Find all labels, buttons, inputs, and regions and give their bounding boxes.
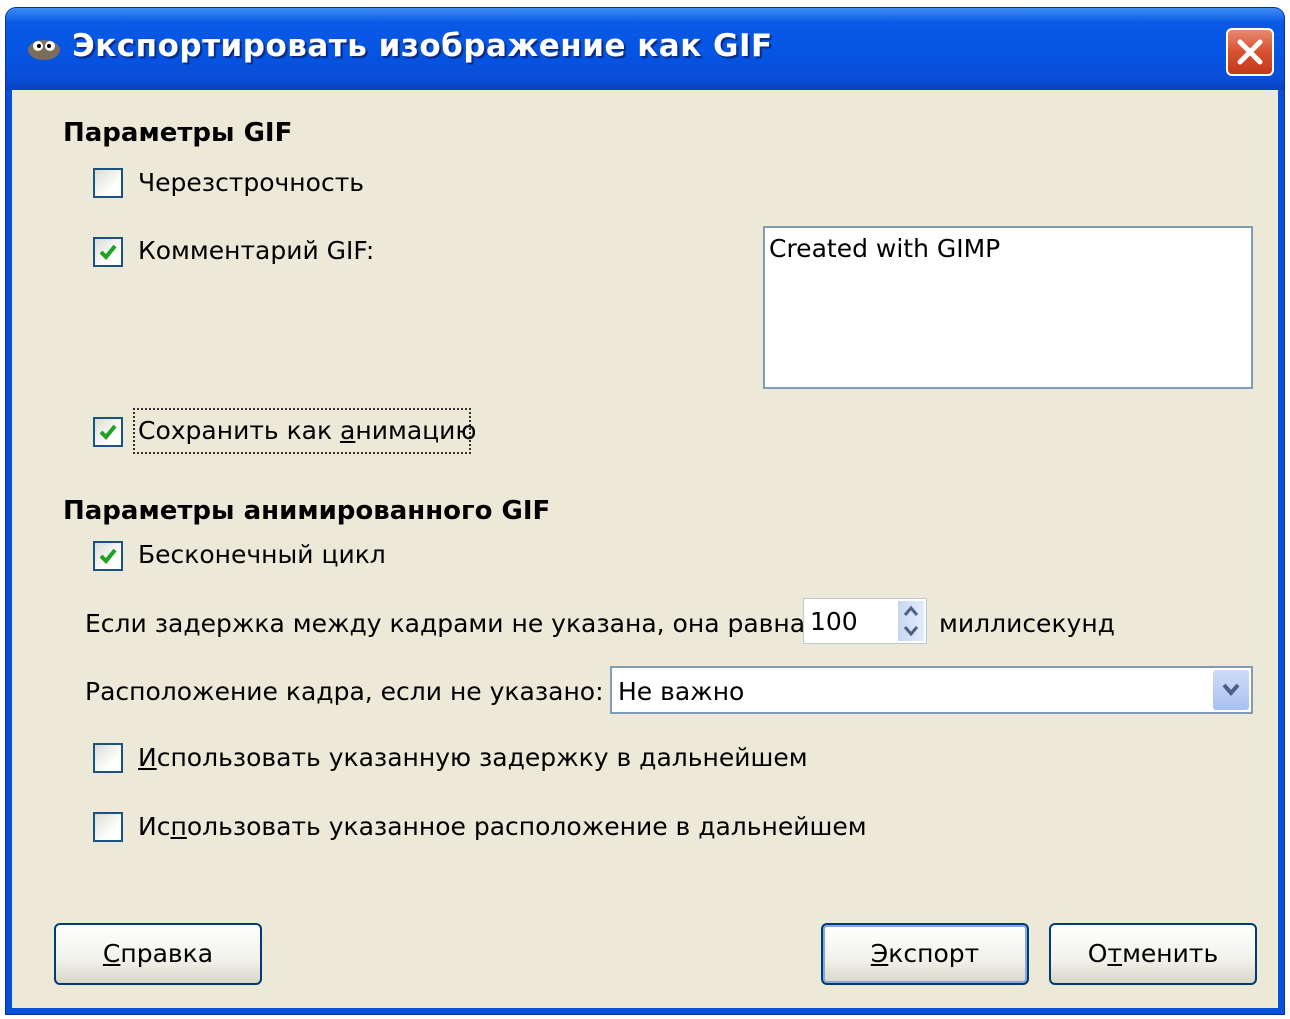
mnemonic: а bbox=[340, 416, 356, 445]
close-button[interactable] bbox=[1226, 28, 1274, 76]
mnemonic: п bbox=[170, 812, 187, 841]
label-part: спользовать указанную задержку в дальней… bbox=[156, 743, 808, 772]
delay-spinbox[interactable]: 100 bbox=[803, 598, 927, 644]
label-part: ользовать указанное расположение в дальн… bbox=[186, 812, 867, 841]
mnemonic: т bbox=[1107, 939, 1123, 968]
title-bar[interactable]: Экспортировать изображение как GIF bbox=[6, 8, 1284, 90]
infinite-loop-label[interactable]: Бесконечный цикл bbox=[138, 540, 386, 569]
gif-comment-textarea[interactable]: Created with GIMP bbox=[763, 226, 1253, 389]
interlace-label[interactable]: Черезстрочность bbox=[138, 168, 364, 197]
label-part: нимацию bbox=[355, 416, 477, 445]
close-icon bbox=[1237, 39, 1263, 65]
label-part: Ис bbox=[138, 812, 171, 841]
infinite-loop-checkbox[interactable] bbox=[93, 541, 123, 571]
button-label: правка bbox=[120, 939, 214, 968]
spin-down-icon[interactable] bbox=[903, 625, 919, 637]
use-disposal-checkbox[interactable] bbox=[93, 812, 123, 842]
button-label: О bbox=[1087, 939, 1108, 968]
delay-value: 100 bbox=[810, 607, 858, 636]
disposal-value: Не важно bbox=[618, 677, 745, 706]
label-part: Сохранить как bbox=[138, 416, 341, 445]
disposal-dropdown-button[interactable] bbox=[1213, 670, 1249, 710]
mnemonic: С bbox=[102, 939, 121, 968]
gif-comment-label[interactable]: Комментарий GIF: bbox=[138, 236, 374, 265]
anim-params-heading: Параметры анимированного GIF bbox=[63, 496, 551, 526]
gif-params-heading: Параметры GIF bbox=[63, 118, 293, 148]
mnemonic: Э bbox=[870, 939, 889, 968]
spin-up-icon[interactable] bbox=[903, 605, 919, 617]
delay-spin-arrows[interactable] bbox=[898, 601, 924, 641]
checkmark-icon bbox=[99, 244, 117, 260]
use-delay-checkbox[interactable] bbox=[93, 743, 123, 773]
button-label: кспорт bbox=[888, 939, 980, 968]
button-label: менить bbox=[1122, 939, 1219, 968]
gimp-icon bbox=[28, 40, 60, 60]
chevron-down-icon bbox=[1222, 683, 1240, 697]
checkmark-icon bbox=[99, 548, 117, 564]
gif-comment-checkbox[interactable] bbox=[93, 237, 123, 267]
mnemonic: И bbox=[138, 743, 157, 772]
export-button[interactable]: Экспорт bbox=[821, 923, 1029, 985]
cancel-button[interactable]: Отменить bbox=[1049, 923, 1257, 985]
disposal-label: Расположение кадра, если не указано: bbox=[85, 677, 604, 706]
use-disposal-label[interactable]: Использовать указанное расположение в да… bbox=[138, 812, 867, 841]
window-title: Экспортировать изображение как GIF bbox=[72, 28, 773, 64]
checkmark-icon bbox=[99, 424, 117, 440]
interlace-checkbox[interactable] bbox=[93, 168, 123, 198]
save-as-animation-label[interactable]: Сохранить как анимацию bbox=[138, 416, 476, 445]
use-delay-label[interactable]: Использовать указанную задержку в дальне… bbox=[138, 743, 808, 772]
dialog-window: Экспортировать изображение как GIF Парам… bbox=[6, 8, 1284, 1014]
delay-unit-label: миллисекунд bbox=[939, 609, 1115, 638]
help-button[interactable]: Справка bbox=[54, 923, 262, 985]
disposal-select[interactable]: Не важно bbox=[610, 666, 1253, 714]
dialog-body: Параметры GIF Черезстрочность Комментари… bbox=[12, 90, 1278, 1008]
save-as-animation-checkbox[interactable] bbox=[93, 417, 123, 447]
delay-label: Если задержка между кадрами не указана, … bbox=[85, 609, 814, 638]
